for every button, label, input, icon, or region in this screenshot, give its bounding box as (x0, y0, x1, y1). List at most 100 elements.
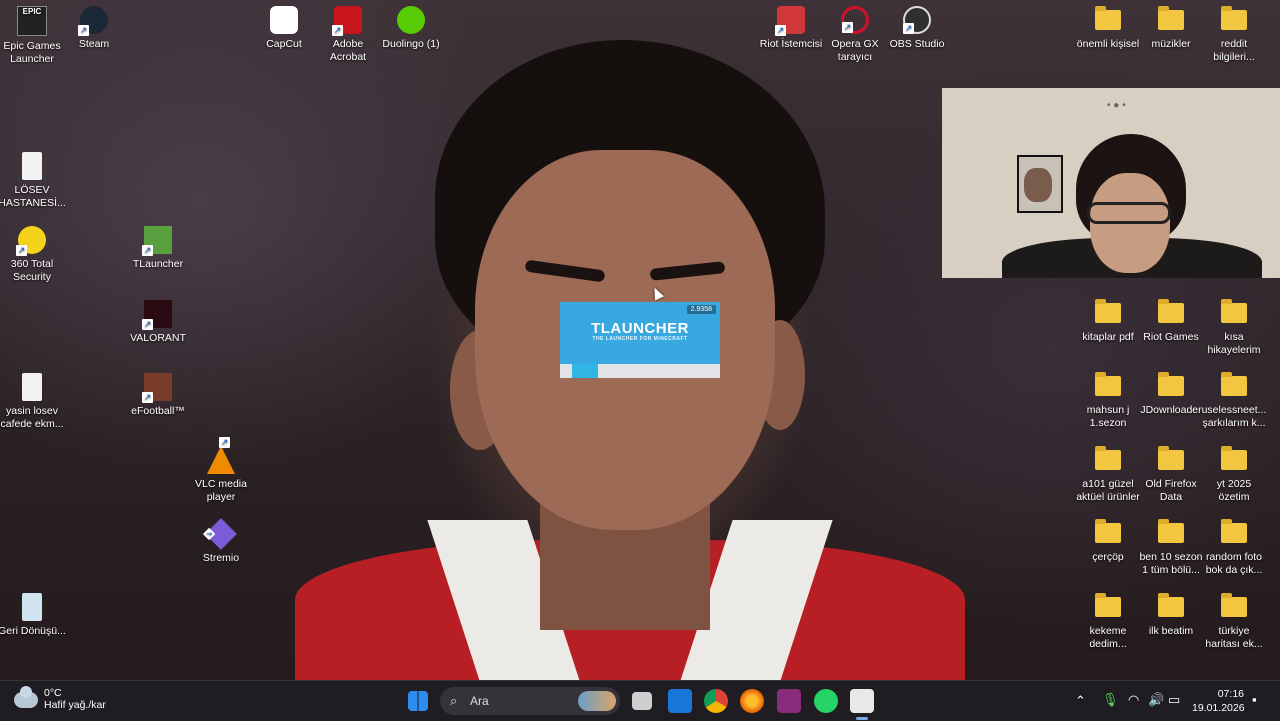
desktop-icon-recycle-bin[interactable]: Geri Dönüşü... (0, 593, 66, 638)
folder-cercop[interactable]: çerçöp (1076, 519, 1140, 564)
folder-ilk-beatim[interactable]: ilk beatim (1139, 593, 1203, 638)
folder-uselessneet[interactable]: uselessneet... şarkılarım k... (1202, 372, 1266, 430)
outlook-icon[interactable] (668, 689, 692, 713)
folder-kekeme[interactable]: kekeme dedim... (1076, 593, 1140, 651)
folder-label: a101 güzel aktüel ürünler (1076, 478, 1140, 503)
folder-icon (1221, 372, 1247, 396)
splash-version: 2.9358 (686, 305, 716, 314)
folder-old-firefox[interactable]: Old Firefox Data (1139, 446, 1203, 504)
folder-muzikler[interactable]: müzikler (1139, 6, 1203, 51)
desktop-icon-efootball[interactable]: eFootball™ (126, 373, 190, 418)
desktop-icon-steam[interactable]: Steam (62, 6, 126, 51)
folder-label: kekeme dedim... (1089, 625, 1127, 650)
desktop-icon-vlc[interactable]: VLC media player (189, 437, 253, 504)
folder-icon (1221, 593, 1247, 617)
recycle-bin-icon (22, 593, 42, 621)
wall-frame-photo (1024, 168, 1052, 202)
folder-turkiye-haritasi[interactable]: türkiye haritası ek... (1202, 593, 1266, 651)
folder-kisa-hikayelerim[interactable]: kısa hikayelerim (1202, 299, 1266, 357)
folder-label: Riot Games (1143, 331, 1199, 343)
duolingo-icon (397, 6, 425, 34)
folder-icon (1095, 593, 1121, 617)
volume-icon[interactable]: 🔊 (1148, 692, 1164, 708)
taskbar-search[interactable]: ⌕ Ara (440, 687, 620, 715)
folder-label: ilk beatim (1148, 625, 1194, 637)
weather-description: Hafif yağ./kar (44, 699, 106, 711)
folder-label: türkiye haritası ek... (1205, 625, 1263, 650)
desktop-icon-obs[interactable]: OBS Studio (885, 6, 949, 51)
firefox-icon[interactable] (740, 689, 764, 713)
battery-icon[interactable]: ▭ (1168, 692, 1180, 708)
taskbar-clock[interactable]: 07:16 19.01.2026 (1192, 687, 1245, 715)
vlc-icon (207, 437, 235, 474)
folder-icon (1158, 6, 1184, 30)
clock-date: 19.01.2026 (1192, 702, 1245, 714)
weather-temperature: 0°C (44, 687, 62, 699)
desktop-icon-360[interactable]: 360 Total Security (0, 226, 64, 284)
icon-label: eFootball™ (131, 405, 185, 417)
folder-icon (1095, 299, 1121, 323)
folder-label: mahsun j 1.sezon (1086, 404, 1130, 429)
folder-riot-games[interactable]: Riot Games (1139, 299, 1203, 344)
webcam-person-glasses (1087, 202, 1171, 224)
desktop-icon-capcut[interactable]: CapCut (252, 6, 316, 51)
weather-widget[interactable]: 0°C Hafif yağ./kar (14, 685, 106, 712)
folder-icon (1221, 299, 1247, 323)
icon-label: 360 Total Security (10, 258, 54, 283)
folder-icon (1095, 6, 1121, 30)
weather-cloud-icon (14, 685, 38, 708)
java-icon[interactable] (850, 689, 874, 713)
folder-jdownloader[interactable]: JDownloader (1139, 372, 1203, 417)
folder-mahsun-j[interactable]: mahsun j 1.sezon (1076, 372, 1140, 430)
search-highlight-image (578, 691, 616, 711)
folder-icon (1095, 372, 1121, 396)
splash-progress-bar (560, 364, 720, 378)
notification-icon[interactable]: ▪ (1252, 692, 1257, 707)
folder-ben-10[interactable]: ben 10 sezon 1 tüm bölü... (1139, 519, 1203, 577)
search-placeholder: Ara (470, 694, 489, 708)
app-icon[interactable] (777, 689, 801, 713)
icon-label: yasin losev cafede ekm... (0, 405, 64, 430)
folder-label: reddit bilgileri... (1213, 38, 1255, 63)
webcam-overlay: • ● • (942, 88, 1280, 278)
folder-random-foto[interactable]: random foto bok da çık... (1202, 519, 1266, 577)
chevron-up-icon[interactable]: ⌃ (1075, 693, 1086, 709)
desktop-icon-losev[interactable]: LÖSEV HASTANESİ... (0, 152, 66, 210)
taskbar: 0°C Hafif yağ./kar ⌕ Ara ⌃ 🎙 ◠ 🔊 ▭ 07:16… (0, 680, 1280, 721)
search-icon: ⌕ (450, 693, 458, 708)
desktop-icon-duolingo[interactable]: Duolingo (1) (379, 6, 443, 51)
splash-title: TLAUNCHER (591, 320, 689, 337)
folder-icon (1221, 6, 1247, 30)
folder-a101[interactable]: a101 güzel aktüel ürünler (1076, 446, 1140, 504)
desktop-icon-riot-client[interactable]: Riot İstemcisi (759, 6, 823, 51)
icon-label: TLauncher (132, 258, 184, 270)
folder-onemli-kisisel[interactable]: önemli kişisel (1076, 6, 1140, 51)
desktop-icon-adobe-acrobat[interactable]: Adobe Acrobat (316, 6, 380, 64)
folder-reddit[interactable]: reddit bilgileri... (1202, 6, 1266, 64)
desktop-icon-valorant[interactable]: VALORANT (126, 300, 190, 345)
desktop-icon-yasin-losev[interactable]: yasin losev cafede ekm... (0, 373, 64, 431)
splash-progress-fill (572, 364, 598, 378)
task-view-icon[interactable] (632, 692, 652, 710)
folder-kitaplar[interactable]: kitaplar pdf (1076, 299, 1140, 344)
wifi-icon[interactable]: ◠ (1128, 692, 1139, 708)
folder-yt-2025[interactable]: yt 2025 özetim (1202, 446, 1266, 504)
clock-time: 07:16 (1217, 688, 1244, 700)
icon-label: Duolingo (1) (382, 38, 440, 50)
tlauncher-splash-window[interactable]: 2.9358 TLAUNCHER THE LAUNCHER FOR MINECR… (560, 302, 720, 378)
desktop-icon-stremio[interactable]: Stremio (189, 518, 253, 565)
windows-start-icon[interactable] (408, 691, 428, 711)
desktop-icon-epic-games[interactable]: EPIC Epic Games Launcher (0, 6, 64, 66)
folder-label: çerçöp (1092, 551, 1124, 563)
folder-label: random foto bok da çık... (1205, 551, 1263, 576)
whatsapp-icon[interactable] (814, 689, 838, 713)
chrome-icon[interactable] (704, 689, 728, 713)
folder-label: kısa hikayelerim (1207, 331, 1261, 356)
microphone-icon[interactable]: 🎙 (1102, 692, 1119, 708)
desktop-icon-opera-gx[interactable]: Opera GX tarayıcı (823, 6, 887, 64)
folder-icon (1095, 519, 1121, 543)
desktop-icon-tlauncher[interactable]: TLauncher (126, 226, 190, 271)
icon-label: Adobe Acrobat (329, 38, 367, 63)
desktop: EPIC Epic Games Launcher Steam LÖSEV HAS… (0, 0, 1280, 690)
folder-label: yt 2025 özetim (1216, 478, 1252, 503)
